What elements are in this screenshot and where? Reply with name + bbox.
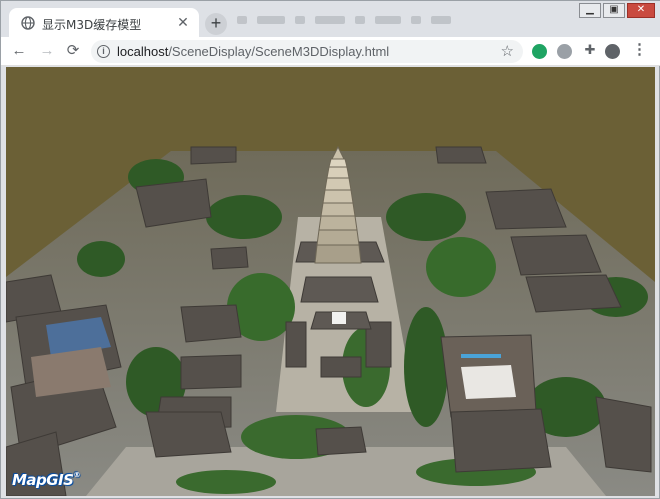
address-bar[interactable]: i localhost/SceneDisplay/SceneM3DDisplay… (91, 40, 523, 63)
tab-title: 显示M3D缓存模型 (42, 18, 142, 32)
minimize-icon[interactable]: ▁ (579, 3, 601, 18)
white-gate (332, 312, 346, 324)
extension-green-icon[interactable] (532, 44, 547, 59)
url-host: localhost (117, 44, 169, 59)
back-icon[interactable]: ← (10, 42, 28, 60)
star-icon[interactable]: ☆ (501, 42, 514, 60)
browser-toolbar: ← → ⟳ i localhost/SceneDisplay/SceneM3DD… (1, 37, 660, 66)
maximize-icon[interactable]: ▣ (603, 3, 625, 18)
blue-roof-strip (461, 354, 501, 358)
extension-grey-icon[interactable] (557, 44, 572, 59)
info-icon[interactable]: i (97, 45, 110, 58)
browser-window: 显示M3D缓存模型 ✕ + ▁ ▣ ✕ ← → ⟳ i localhost/Sc… (0, 0, 660, 499)
close-icon[interactable]: ✕ (175, 14, 191, 30)
profile-avatar-icon[interactable] (605, 44, 620, 59)
new-tab-button[interactable]: + (205, 13, 227, 35)
scene-3d-model[interactable] (6, 67, 655, 496)
url-text[interactable]: localhost/SceneDisplay/SceneM3DDisplay.h… (117, 44, 389, 59)
tab-strip: 显示M3D缓存模型 ✕ + ▁ ▣ ✕ (1, 1, 660, 37)
kebab-menu-icon[interactable]: ⋮ (632, 41, 647, 59)
forward-icon[interactable]: → (38, 42, 56, 60)
globe-icon (21, 16, 35, 30)
background-tabs (237, 13, 451, 27)
right-courtyard-roof (461, 365, 516, 399)
window-controls: ▁ ▣ ✕ (579, 3, 655, 18)
reload-icon[interactable]: ⟳ (64, 42, 82, 60)
scene-viewport[interactable]: MapGIS® (6, 67, 655, 496)
mapgis-logo: MapGIS® (12, 471, 80, 489)
window-close-icon[interactable]: ✕ (627, 3, 655, 18)
extensions-puzzle-icon[interactable]: ✚ (582, 42, 598, 58)
logo-mark: ® (73, 471, 80, 479)
url-path: /SceneDisplay/SceneM3DDisplay.html (168, 44, 390, 59)
tab-active[interactable]: 显示M3D缓存模型 ✕ (9, 8, 199, 37)
logo-text: MapGIS (12, 471, 74, 489)
